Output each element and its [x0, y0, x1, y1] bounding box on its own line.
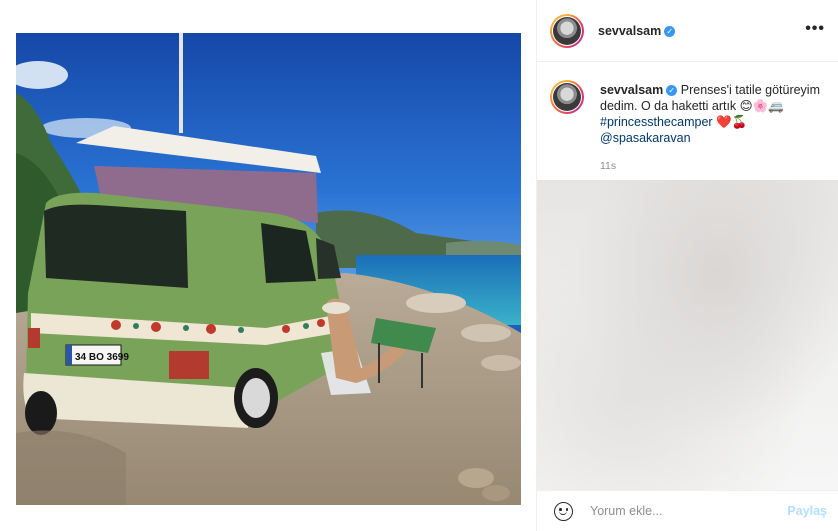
camper-van-photo: 34 BO 3699: [16, 33, 521, 505]
caption-username[interactable]: sevvalsam: [600, 83, 663, 97]
post-timestamp[interactable]: 11s: [600, 160, 616, 172]
blurred-comments-area: [537, 180, 838, 490]
photo-pane: 34 BO 3699: [0, 0, 536, 531]
post-header: sevvalsam ✓ •••: [537, 0, 838, 62]
avatar-image: [553, 17, 581, 45]
caption-avatar[interactable]: [550, 80, 584, 114]
hashtag-link[interactable]: #princessthecamper: [600, 115, 713, 129]
post-side-panel: sevvalsam ✓ ••• sevvalsam ✓ Prenses'i tati…: [536, 0, 838, 531]
comment-bar: Paylaş: [537, 490, 838, 531]
header-username[interactable]: sevvalsam ✓: [598, 24, 676, 38]
license-plate: 34 BO 3699: [75, 352, 129, 363]
caption-verified-badge-icon: ✓: [666, 85, 678, 96]
caption-avatar-image: [553, 83, 581, 111]
emoji-icon[interactable]: [554, 502, 573, 521]
caption-block: sevvalsam ✓ Prenses'i tatile götüreyim de…: [537, 62, 838, 180]
post-photo[interactable]: 34 BO 3699: [16, 33, 521, 505]
more-options-icon[interactable]: •••: [805, 21, 825, 37]
verified-badge-icon: ✓: [664, 26, 676, 37]
comment-input[interactable]: [590, 501, 770, 521]
caption-emojis-2: ❤️🍒: [716, 115, 748, 129]
caption-text: sevvalsam ✓ Prenses'i tatile götüreyim de…: [600, 82, 830, 146]
post-comment-button[interactable]: Paylaş: [787, 504, 827, 518]
caption-emojis: 😊🌸🚐: [739, 99, 784, 113]
avatar[interactable]: [550, 14, 584, 48]
username-text[interactable]: sevvalsam: [598, 24, 661, 38]
mention-link[interactable]: @spasakaravan: [600, 131, 691, 145]
